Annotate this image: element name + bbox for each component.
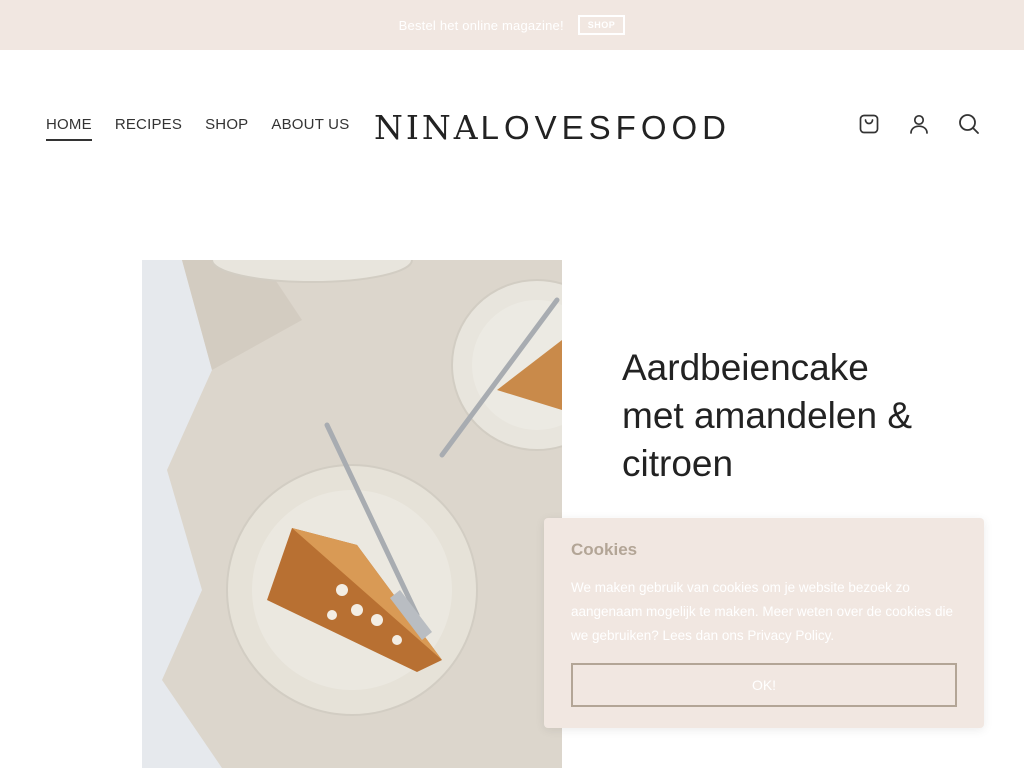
nav-item-shop[interactable]: SHOP <box>205 116 248 141</box>
user-icon[interactable] <box>906 111 932 137</box>
cart-icon[interactable] <box>856 111 882 137</box>
cookie-accept-button[interactable]: OK! <box>571 663 957 707</box>
cookie-message-end: . <box>830 628 835 643</box>
nav-item-recipes[interactable]: RECIPES <box>115 116 182 141</box>
privacy-policy-link[interactable]: Privacy Policy <box>747 628 830 643</box>
recipe-title[interactable]: Aardbeiencake met amandelen & citroen <box>622 344 922 488</box>
nav-item-about-us[interactable]: ABOUT US <box>271 116 349 141</box>
header-actions <box>856 111 982 137</box>
announcement-bar: Bestel het online magazine! SHOP <box>0 0 1024 50</box>
nav-item-home[interactable]: HOME <box>46 116 92 141</box>
logo-part-nina: NINA <box>374 108 481 147</box>
site-logo[interactable]: NINALOVESFOOD <box>374 108 731 147</box>
main-nav: HOME RECIPES SHOP ABOUT US <box>46 116 349 141</box>
recipe-photo[interactable] <box>142 260 562 768</box>
logo-part-lovesfood: LOVESFOOD <box>480 109 732 146</box>
search-icon[interactable] <box>956 111 982 137</box>
site-header: HOME RECIPES SHOP ABOUT US NINALOVESFOOD <box>0 50 1024 200</box>
announcement-text: Bestel het online magazine! <box>398 17 564 33</box>
cookie-message: We maken gebruik van cookies om je websi… <box>571 576 957 648</box>
cookie-banner: Cookies We maken gebruik van cookies om … <box>544 518 984 728</box>
cookie-title: Cookies <box>571 540 638 559</box>
shop-button[interactable]: SHOP <box>577 15 626 35</box>
